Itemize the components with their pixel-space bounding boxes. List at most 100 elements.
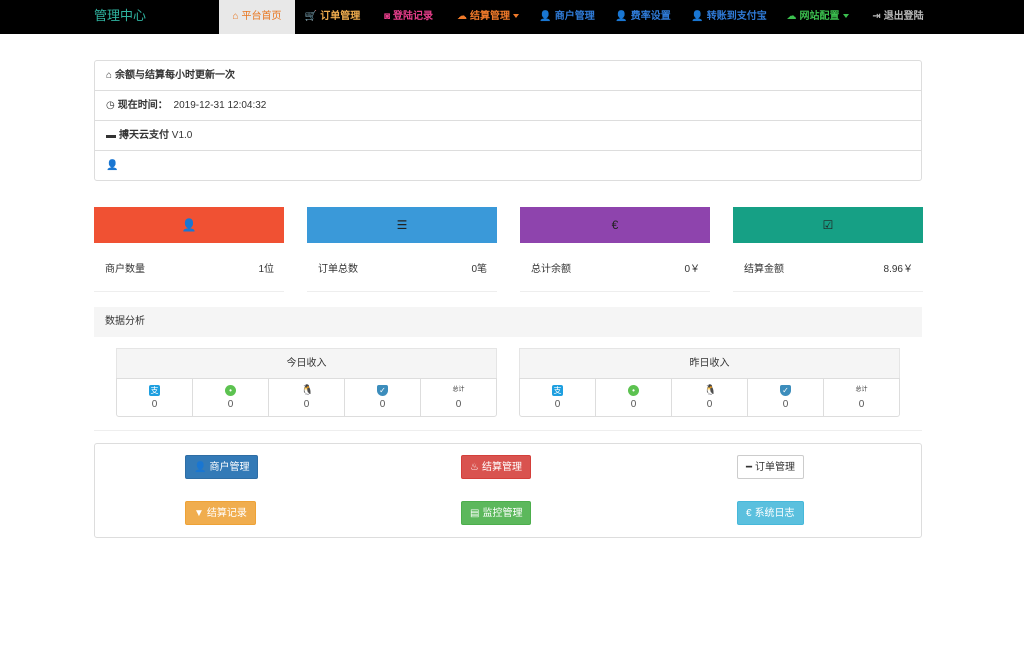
notice-row: ⌂ 余额与结算每小时更新一次 <box>95 61 921 91</box>
stat-card-header: ☰ <box>307 207 497 243</box>
nav-item-4[interactable]: 👤 商户管理 <box>529 0 605 34</box>
income-value: 0 <box>379 399 386 410</box>
stat-card: 👤 商户数量 1位 <box>94 207 284 292</box>
nav-item-0[interactable]: ⌂ 平台首页 <box>219 0 295 34</box>
shield-icon: ✓ <box>377 385 388 396</box>
total-icon: 总计 <box>452 387 465 393</box>
nav-item-label: 登陆记录 <box>393 11 434 22</box>
time-label: 现在时间： <box>117 100 168 111</box>
yesterday-income-panel: 昨日收入 支 0 • 0 🐧 0 ✓ 0 总计 0 <box>519 348 900 417</box>
cart-icon: 🛒 <box>304 11 318 22</box>
stat-label: 结算金额 <box>744 263 784 275</box>
stat-value: 8.96￥ <box>883 263 913 275</box>
income-value: 0 <box>151 399 158 410</box>
nav-item-label: 订单管理 <box>320 11 361 22</box>
income-cell: • 0 <box>193 379 269 416</box>
settlement-manage-button[interactable]: ♨ 结算管理 <box>461 455 531 479</box>
home-icon: ⌂ <box>232 11 239 22</box>
user-icon: 👤 <box>106 160 119 171</box>
brand-title[interactable]: 管理中心 <box>94 0 146 34</box>
nav-item-label: 商户管理 <box>554 11 595 22</box>
nav-item-2[interactable]: ◙ 登陆记录 <box>370 0 447 34</box>
total-icon: 总计 <box>855 387 868 393</box>
income-cell: ✓ 0 <box>748 379 824 416</box>
time-row: ◷ 现在时间： 2019-12-31 12:04:32 <box>95 91 921 121</box>
stat-value: 0笔 <box>471 263 487 275</box>
merchant-manage-button[interactable]: 👤 商户管理 <box>185 455 259 479</box>
product-name: 搏天云支付 <box>119 130 169 141</box>
clock-icon: ◷ <box>106 100 115 111</box>
nav-item-7[interactable]: ☁ 网站配置 <box>777 0 858 34</box>
stat-card-body: 总计余额 0￥ <box>520 243 710 292</box>
list-icon: ☰ <box>396 218 408 232</box>
cloud-icon: ☁ <box>786 11 797 22</box>
caret-down-icon <box>842 14 849 19</box>
product-version: V1.0 <box>169 130 193 141</box>
qq-icon: 🐧 <box>301 385 314 396</box>
today-income-panel: 今日收入 支 0 • 0 🐧 0 ✓ 0 总计 0 <box>116 348 497 417</box>
income-cell: 🐧 0 <box>672 379 748 416</box>
logout-icon: ⇥ <box>872 11 881 22</box>
euro-icon: € <box>611 218 619 232</box>
home-icon: ⌂ <box>106 70 113 81</box>
camera-icon: ◙ <box>383 11 391 22</box>
analysis-title: 数据分析 <box>94 307 922 337</box>
order-manage-button[interactable]: ━ 订单管理 <box>737 455 805 479</box>
time-value: 2019-12-31 12:04:32 <box>173 100 267 111</box>
product-row: ▬ 搏天云支付 V1.0 <box>95 121 921 151</box>
stat-card-body: 商户数量 1位 <box>94 243 284 292</box>
alipay-icon: 支 <box>552 385 563 396</box>
stat-card-body: 订单总数 0笔 <box>307 243 497 292</box>
income-cell: • 0 <box>596 379 672 416</box>
qq-icon: 🐧 <box>704 385 717 396</box>
user-icon: 👤 <box>691 11 704 22</box>
user-icon: 👤 <box>615 11 628 22</box>
user-row: 👤 <box>95 151 921 181</box>
cloud-icon: ☁ <box>457 11 467 22</box>
income-value: 0 <box>858 399 865 410</box>
income-cell: 总计 0 <box>421 379 496 416</box>
settlement-records-button[interactable]: ▼ 结算记录 <box>185 501 256 525</box>
comment-icon: ▬ <box>106 130 116 141</box>
info-panel: ⌂ 余额与结算每小时更新一次 ◷ 现在时间： 2019-12-31 12:04:32… <box>94 60 922 181</box>
nav-item-label: 转账到支付宝 <box>706 11 767 22</box>
nav-item-6[interactable]: 👤 转账到支付宝 <box>681 0 777 34</box>
income-cell: 支0 <box>520 379 596 416</box>
income-value: 0 <box>303 399 310 410</box>
top-navbar: 管理中心 ⌂ 平台首页 🛒 订单管理 ◙ 登陆记录 ☁ 结算管理 👤 商户管理 👤 费率设置 👤 转账到支… <box>0 0 1024 34</box>
nav-item-8[interactable]: ⇥ 退出登陆 <box>858 0 938 34</box>
nav-item-3[interactable]: ☁ 结算管理 <box>447 0 529 34</box>
notice-text: 余额与结算每小时更新一次 <box>115 70 236 81</box>
user-icon: 👤 <box>194 462 207 473</box>
stat-card: ☑ 结算金额 8.96￥ <box>733 207 923 292</box>
system-log-button[interactable]: € 系统日志 <box>737 501 804 525</box>
section-divider <box>94 430 922 431</box>
income-cell: 总计 0 <box>824 379 899 416</box>
user-icon: 👤 <box>181 218 197 232</box>
income-value: 0 <box>455 399 462 410</box>
nav-item-label: 平台首页 <box>241 11 282 22</box>
stat-value: 1位 <box>258 263 274 275</box>
monitor-manage-button[interactable]: ▤ 监控管理 <box>461 501 532 525</box>
check-icon: ☑ <box>822 218 834 232</box>
nav-item-label: 结算管理 <box>470 11 510 22</box>
stat-value: 0￥ <box>684 263 700 275</box>
income-value: 0 <box>554 399 561 410</box>
income-value: 0 <box>782 399 789 410</box>
nav-item-5[interactable]: 👤 费率设置 <box>605 0 681 34</box>
caret-down-icon <box>513 14 519 19</box>
income-value: 0 <box>630 399 637 410</box>
quick-actions-panel: 👤 商户管理 ♨ 结算管理 ━ 订单管理 ▼ 结算记录 ▤ 监控管理 € 系统日志 <box>94 443 922 538</box>
shield-icon: ✓ <box>780 385 791 396</box>
stat-label: 总计余额 <box>531 263 571 275</box>
income-cell: ✓ 0 <box>345 379 421 416</box>
income-value: 0 <box>706 399 713 410</box>
stat-card-header: € <box>520 207 710 243</box>
stat-card-header: ☑ <box>733 207 923 243</box>
stat-card: € 总计余额 0￥ <box>520 207 710 292</box>
stat-label: 订单总数 <box>318 263 358 275</box>
nav-item-1[interactable]: 🛒 订单管理 <box>295 0 370 34</box>
stat-card: ☰ 订单总数 0笔 <box>307 207 497 292</box>
wechat-icon: • <box>628 385 639 396</box>
user-icon: 👤 <box>539 11 552 22</box>
